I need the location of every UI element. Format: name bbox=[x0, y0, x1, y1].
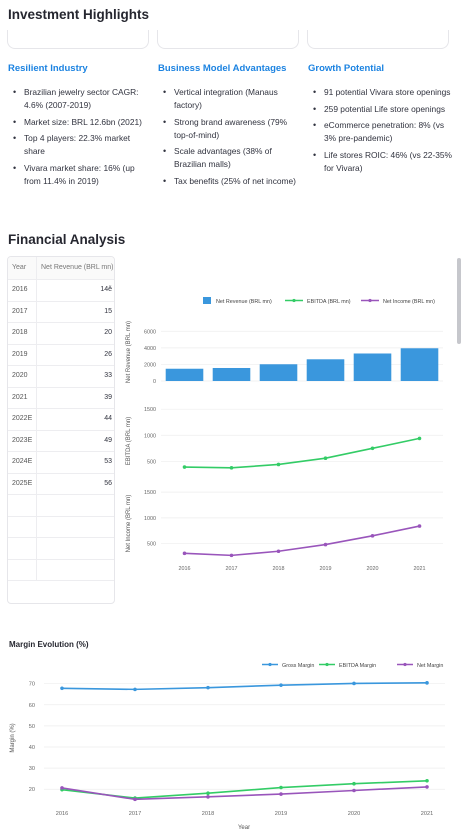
subplot-1: 0 2000 4000 6000 Net Revenue (BRL mn) bbox=[126, 321, 443, 385]
legend-label: Gross Margin bbox=[282, 663, 314, 669]
x-tick-label: 2018 bbox=[202, 811, 214, 817]
y-tick-label: 30 bbox=[29, 766, 35, 772]
legend-label: Net Margin bbox=[417, 663, 443, 669]
legend-label: EBITDA (BRL mn) bbox=[307, 299, 351, 305]
data-point bbox=[370, 534, 375, 538]
data-point bbox=[425, 785, 429, 789]
y-tick-label: 60 bbox=[29, 703, 35, 709]
x-tick-label: 2016 bbox=[56, 811, 68, 817]
x-tick-label: 2019 bbox=[275, 811, 287, 817]
legend-marker bbox=[368, 298, 372, 303]
x-tick-label: 2020 bbox=[348, 811, 360, 817]
chart-legend: Net Revenue (BRL mn) EBITDA (BRL mn) Net I… bbox=[203, 297, 435, 305]
y-tick-label: 500 bbox=[147, 459, 156, 465]
x-tick-label: 2018 bbox=[273, 566, 285, 572]
x-tick-label: 2016 bbox=[179, 566, 191, 572]
y-tick-label: 70 bbox=[29, 682, 35, 688]
x-axis-title: Year bbox=[238, 825, 250, 831]
y-tick-label: 2000 bbox=[144, 362, 156, 368]
data-point bbox=[279, 683, 283, 687]
y-tick-label: 1500 bbox=[144, 407, 156, 413]
data-point bbox=[133, 687, 137, 692]
y-axis-title: Net Revenue (BRL mn) bbox=[126, 321, 132, 383]
data-point bbox=[370, 446, 375, 451]
data-point bbox=[352, 781, 356, 786]
bar bbox=[353, 353, 392, 381]
charts-canvas: Net Revenue (BRL mn) EBITDA (BRL mn) Net I… bbox=[9, 297, 445, 831]
data-point bbox=[60, 786, 64, 790]
data-point bbox=[276, 462, 281, 467]
y-tick-label: 1500 bbox=[144, 490, 156, 496]
y-tick-label: 1000 bbox=[144, 433, 156, 439]
data-point bbox=[206, 685, 210, 690]
financial-subplots-chart: Net Revenue (BRL mn) EBITDA (BRL mn) Net I… bbox=[126, 297, 443, 572]
legend-label: EBITDA Margin bbox=[339, 663, 376, 669]
data-point bbox=[417, 524, 422, 528]
data-point bbox=[279, 792, 283, 796]
data-point bbox=[229, 553, 234, 558]
y-tick-label: 4000 bbox=[144, 346, 156, 352]
subplot-3: 500 1000 1500 Net Income (BRL mn) bbox=[126, 490, 443, 558]
margin-evolution-chart: Margin Evolution (%) Gross Margin EBITDA M… bbox=[9, 640, 445, 831]
data-point bbox=[352, 681, 356, 686]
data-point bbox=[323, 456, 328, 460]
x-tick-label: 2021 bbox=[414, 566, 426, 572]
x-tick-label: 2017 bbox=[129, 811, 141, 817]
data-point bbox=[323, 542, 328, 547]
bar bbox=[259, 364, 298, 381]
legend-marker bbox=[268, 662, 272, 667]
data-point bbox=[279, 785, 283, 790]
x-tick-label: 2021 bbox=[421, 811, 433, 817]
legend-marker bbox=[292, 298, 296, 303]
x-tick-label: 2017 bbox=[226, 566, 238, 572]
data-point bbox=[182, 551, 187, 556]
bar bbox=[165, 368, 204, 381]
data-point bbox=[206, 795, 210, 799]
series-line bbox=[184, 437, 420, 469]
data-point bbox=[206, 791, 210, 796]
legend-swatch bbox=[203, 297, 211, 304]
legend-label: Net Income (BRL mn) bbox=[383, 299, 435, 305]
y-axis-title: EBITDA (BRL mn) bbox=[126, 417, 132, 465]
data-point bbox=[133, 797, 137, 802]
y-tick-label: 500 bbox=[147, 542, 156, 548]
chart-title: Margin Evolution (%) bbox=[9, 640, 89, 649]
y-tick-label: 1000 bbox=[144, 516, 156, 522]
legend-marker bbox=[325, 662, 329, 667]
x-tick-label: 2020 bbox=[367, 566, 379, 572]
y-tick-label: 40 bbox=[29, 745, 35, 751]
data-point bbox=[229, 466, 234, 470]
y-axis-title: Net Income (BRL mn) bbox=[126, 495, 132, 553]
y-tick-label: 20 bbox=[29, 787, 35, 793]
bar bbox=[212, 367, 251, 381]
data-point bbox=[60, 686, 64, 691]
legend-marker bbox=[403, 662, 407, 667]
y-tick-label: 0 bbox=[153, 379, 156, 385]
data-point bbox=[417, 436, 422, 441]
y-tick-label: 50 bbox=[29, 724, 35, 730]
series-line bbox=[61, 786, 428, 801]
legend-label: Net Revenue (BRL mn) bbox=[216, 299, 272, 305]
subplot-2: 500 1000 1500 EBITDA (BRL mn) bbox=[126, 407, 443, 470]
series-line bbox=[184, 525, 420, 557]
y-tick-label: 6000 bbox=[144, 329, 156, 335]
data-point bbox=[425, 681, 429, 685]
data-point bbox=[276, 549, 281, 554]
x-tick-label: 2019 bbox=[320, 566, 332, 572]
data-point bbox=[425, 778, 429, 783]
data-point bbox=[352, 788, 356, 793]
bar bbox=[306, 359, 345, 381]
data-point bbox=[182, 465, 187, 469]
bar bbox=[400, 348, 439, 381]
y-axis-title: Margin (%) bbox=[10, 723, 16, 752]
